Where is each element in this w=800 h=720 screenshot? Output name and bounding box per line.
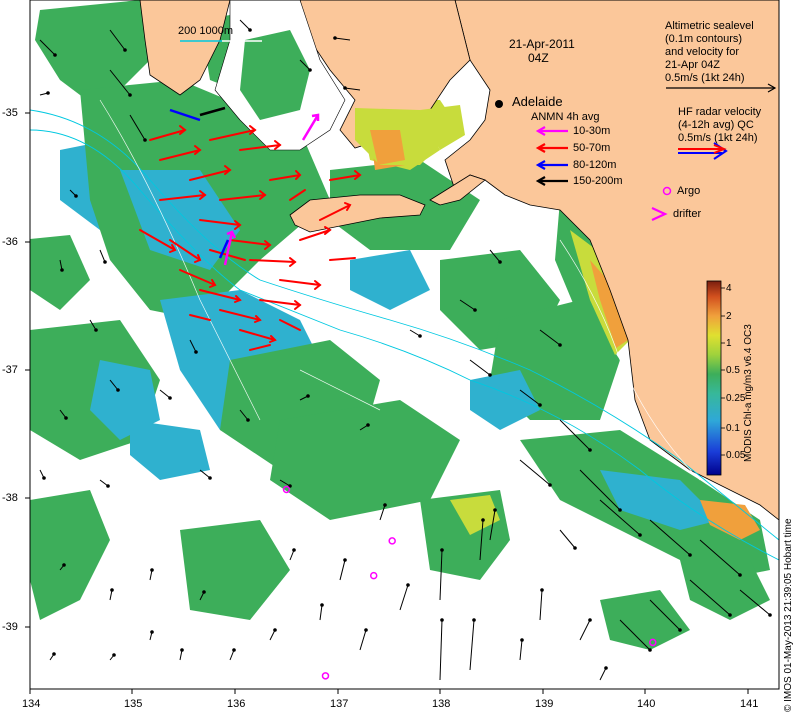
- sealevel-legend-line: 21-Apr 04Z: [665, 59, 721, 71]
- scale-bar-label: 200 1000m: [178, 25, 234, 37]
- anmn-legend-item: 80-120m: [573, 159, 617, 171]
- argo-legend-label: Argo: [677, 185, 701, 197]
- hf-radar-legend-line: (4-12h avg) QC: [678, 119, 754, 131]
- credit-text: © IMOS 01-May-2013 21:39:05 Hobart time: [783, 518, 794, 712]
- anmn-legend-title: ANMN 4h avg: [531, 111, 600, 123]
- x-tick-label: 139: [535, 698, 554, 710]
- anmn-legend-item: 50-70m: [573, 142, 611, 154]
- x-tick-label: 138: [432, 698, 451, 710]
- y-tick-label: -35: [2, 107, 18, 119]
- anmn-legend-item: 150-200m: [573, 175, 623, 187]
- y-tick-label: -38: [2, 492, 18, 504]
- sealevel-legend-line: and velocity for: [665, 46, 739, 58]
- x-tick-label: 135: [124, 698, 143, 710]
- sealevel-legend-line: Altimetric sealevel: [665, 20, 754, 32]
- colorbar: [706, 280, 722, 476]
- hf-radar-legend: HF radar velocity (4-12h avg) QC 0.5m/s …: [678, 106, 761, 145]
- map-time: 04Z: [528, 51, 549, 65]
- sealevel-legend: Altimetric sealevel (0.1m contours) and …: [665, 20, 754, 85]
- x-tick-label: 134: [22, 698, 41, 710]
- hf-radar-legend-line: 0.5m/s (1kt 24h): [678, 132, 758, 144]
- y-tick-label: -37: [2, 364, 18, 376]
- colorbar-tick: 4: [726, 283, 732, 294]
- anmn-legend-item: 10-30m: [573, 125, 611, 137]
- x-tick-label: 136: [227, 698, 246, 710]
- y-tick-label: -39: [2, 621, 18, 633]
- colorbar-title: MODIS Chl-a mg/m3 v6.4 OC3: [743, 324, 754, 462]
- colorbar-tick: 2: [726, 311, 732, 322]
- x-tick-label: 137: [330, 698, 349, 710]
- colorbar-tick: 0.5: [726, 365, 740, 376]
- y-tick-label: -36: [2, 236, 18, 248]
- colorbar-tick: 0.1: [726, 423, 740, 434]
- sealevel-legend-line: 0.5m/s (1kt 24h): [665, 72, 745, 84]
- x-tick-label: 141: [740, 698, 759, 710]
- colorbar-tick: 1: [726, 338, 732, 349]
- hf-radar-legend-line: HF radar velocity: [678, 106, 762, 118]
- adelaide-marker: [495, 100, 503, 108]
- x-tick-label: 140: [637, 698, 656, 710]
- city-label-adelaide: Adelaide: [512, 94, 563, 109]
- map-date: 21-Apr-2011: [509, 37, 575, 51]
- drifter-legend-label: drifter: [673, 208, 702, 220]
- sealevel-legend-line: (0.1m contours): [665, 33, 743, 45]
